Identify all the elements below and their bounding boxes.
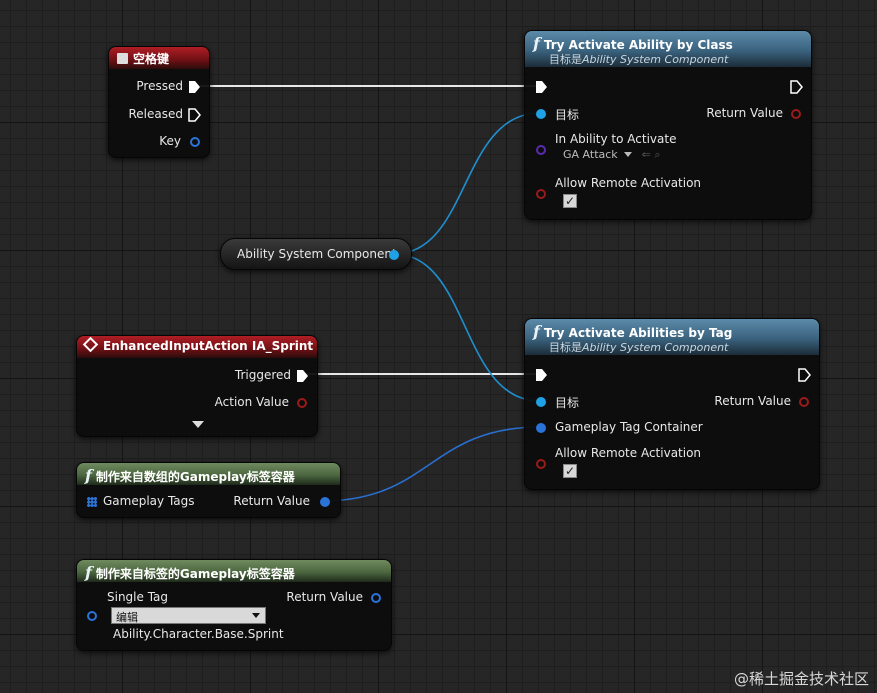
- tag-return-struct-pin[interactable]: [371, 593, 381, 603]
- released-exec-pin[interactable]: [188, 108, 201, 122]
- function-icon: f: [85, 563, 92, 582]
- spacebar-node-title: 空格键: [133, 52, 170, 66]
- enhanced-input-node[interactable]: EnhancedInputAction IA_Sprint Triggered …: [76, 335, 318, 437]
- triggered-exec-pin[interactable]: [296, 369, 309, 383]
- action-value-bool-pin[interactable]: [297, 398, 307, 408]
- ability-class-value: GA Attack: [563, 148, 618, 161]
- tag-return-value-label: Return Value: [714, 394, 791, 408]
- tag-value-text: Ability.Character.Base.Sprint: [113, 627, 284, 641]
- triggered-pin-label: Triggered: [234, 368, 291, 382]
- asc-variable-node[interactable]: Ability System Component: [220, 238, 412, 270]
- spacebar-node-header[interactable]: 空格键: [109, 47, 209, 69]
- class-target-label: 目标: [555, 108, 580, 122]
- function-icon: f: [85, 466, 92, 485]
- make-from-tag-header[interactable]: f 制作来自标签的Gameplay标签容器: [77, 560, 391, 582]
- tag-container-label: Gameplay Tag Container: [555, 420, 703, 434]
- try-activate-by-tag-node[interactable]: f Try Activate Abilities by Tag 目标是Abilit…: [524, 318, 820, 490]
- tag-target-object-pin[interactable]: [536, 397, 546, 407]
- chevron-down-icon: [624, 152, 633, 157]
- try-by-class-header[interactable]: f Try Activate Ability by Class 目标是Abilit…: [525, 31, 811, 67]
- asc-variable-label: Ability System Component: [237, 247, 397, 261]
- try-by-tag-subtitle-prefix: 目标是: [549, 341, 582, 354]
- spacebar-input-node[interactable]: 空格键 Pressed Released Key: [108, 46, 210, 158]
- tag-allow-remote-checkbox[interactable]: ✓: [563, 464, 577, 478]
- try-by-tag-subtitle-target: Ability System Component: [582, 341, 729, 354]
- try-by-class-subtitle-prefix: 目标是: [549, 53, 582, 66]
- try-activate-by-class-node[interactable]: f Try Activate Ability by Class 目标是Abilit…: [524, 30, 812, 220]
- tag-allow-remote-label: Allow Remote Activation: [555, 446, 702, 460]
- pressed-pin-label: Pressed: [136, 79, 183, 93]
- watermark-text: @稀土掘金技术社区: [733, 670, 869, 688]
- make-from-array-header[interactable]: f 制作来自数组的Gameplay标签容器: [77, 463, 340, 485]
- array-return-value-label: Return Value: [233, 494, 310, 508]
- tag-edit-dropdown-value: 编辑: [116, 611, 138, 624]
- ability-class-selector[interactable]: GA Attack ⇐ ⌕: [563, 148, 661, 162]
- chevron-down-icon: [252, 613, 260, 618]
- tag-target-label: 目标: [555, 396, 580, 410]
- try-by-class-title: Try Activate Ability by Class: [543, 38, 733, 52]
- input-event-icon: [82, 336, 99, 353]
- released-pin-label: Released: [128, 107, 183, 121]
- use-selected-arrow-icon[interactable]: ⇐: [642, 148, 651, 161]
- tag-edit-dropdown[interactable]: 编辑: [111, 607, 266, 624]
- in-ability-class-pin[interactable]: [536, 145, 546, 155]
- try-by-class-subtitle-target: Ability System Component: [582, 53, 729, 66]
- function-icon: f: [533, 322, 540, 341]
- key-struct-pin[interactable]: [190, 137, 200, 147]
- class-exec-in-pin[interactable]: [535, 80, 548, 94]
- key-pin-label: Key: [159, 134, 181, 148]
- wire-asc-to-class-target: [393, 112, 541, 255]
- action-value-pin-label: Action Value: [214, 395, 289, 409]
- tag-allow-remote-bool-pin[interactable]: [536, 459, 546, 469]
- make-from-array-title: 制作来自数组的Gameplay标签容器: [95, 470, 295, 484]
- wire-asc-to-tag-target: [393, 253, 541, 402]
- make-tag-container-from-array-node[interactable]: f 制作来自数组的Gameplay标签容器 Gameplay Tags Retur…: [76, 462, 341, 518]
- pressed-exec-pin[interactable]: [188, 80, 201, 94]
- gameplay-tags-pin-label: Gameplay Tags: [103, 494, 195, 508]
- class-return-bool-pin[interactable]: [791, 109, 801, 119]
- in-ability-label: In Ability to Activate: [555, 132, 677, 146]
- class-exec-out-pin[interactable]: [790, 80, 803, 94]
- keyboard-icon: [117, 53, 128, 64]
- class-allow-remote-label: Allow Remote Activation: [555, 176, 702, 190]
- class-allow-remote-bool-pin[interactable]: [536, 189, 546, 199]
- single-tag-pin-label: Single Tag: [107, 590, 169, 604]
- class-return-value-label: Return Value: [706, 106, 783, 120]
- make-tag-container-from-tag-node[interactable]: f 制作来自标签的Gameplay标签容器 Single Tag 编辑 Abili…: [76, 559, 392, 651]
- try-by-tag-header[interactable]: f Try Activate Abilities by Tag 目标是Abilit…: [525, 319, 819, 355]
- browse-search-icon[interactable]: ⌕: [654, 148, 660, 161]
- try-by-tag-title: Try Activate Abilities by Tag: [543, 326, 733, 340]
- function-icon: f: [533, 34, 540, 53]
- expand-arrow-icon[interactable]: [192, 421, 204, 428]
- tag-return-value-label: Return Value: [286, 590, 363, 604]
- wire-array-to-tag-container: [321, 426, 541, 502]
- class-allow-remote-checkbox[interactable]: ✓: [563, 194, 577, 208]
- tag-exec-in-pin[interactable]: [535, 368, 548, 382]
- enhanced-input-title: EnhancedInputAction IA_Sprint: [103, 339, 314, 353]
- enhanced-input-header[interactable]: EnhancedInputAction IA_Sprint: [77, 336, 317, 358]
- array-grid-icon[interactable]: [87, 497, 97, 507]
- asc-object-pin[interactable]: [389, 250, 399, 260]
- tag-return-bool-pin[interactable]: [799, 397, 809, 407]
- single-tag-struct-pin[interactable]: [87, 611, 97, 621]
- make-from-tag-title: 制作来自标签的Gameplay标签容器: [95, 567, 295, 581]
- array-return-struct-pin[interactable]: [320, 497, 330, 507]
- tag-exec-out-pin[interactable]: [798, 368, 811, 382]
- class-target-object-pin[interactable]: [536, 109, 546, 119]
- tag-container-struct-pin[interactable]: [536, 423, 546, 433]
